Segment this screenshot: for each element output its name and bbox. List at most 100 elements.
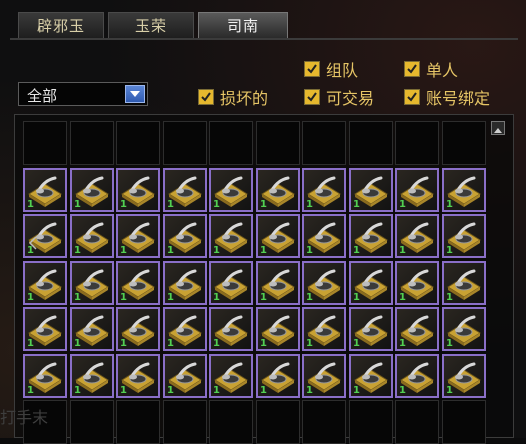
checkbox-tradable[interactable]: 可交易 xyxy=(304,85,374,109)
inventory-slot-empty[interactable] xyxy=(256,400,300,444)
inventory-slot-empty[interactable] xyxy=(70,400,114,444)
inventory-slot-item[interactable]: 1 xyxy=(302,307,346,351)
inventory-slot-item[interactable]: 1 xyxy=(70,354,114,398)
inventory-slot-item[interactable]: 1 xyxy=(302,354,346,398)
inventory-slot-empty[interactable] xyxy=(349,400,393,444)
item-count: 1 xyxy=(120,199,127,210)
inventory-slot-empty[interactable] xyxy=(209,121,253,165)
inventory-slot-item[interactable]: 1 xyxy=(116,261,160,305)
inventory-slot-item[interactable]: 1 xyxy=(256,354,300,398)
inventory-slot-item[interactable]: 1 xyxy=(70,261,114,305)
inventory-slot-item[interactable]: 1 xyxy=(256,168,300,212)
inventory-slot-item[interactable]: 1 xyxy=(163,354,207,398)
inventory-slot-item[interactable]: 1 xyxy=(116,168,160,212)
checkbox-team[interactable]: 组队 xyxy=(304,57,358,81)
inventory-slot-item[interactable]: 1 xyxy=(302,261,346,305)
inventory-slot-item[interactable]: 1 xyxy=(349,168,393,212)
tab-label: 辟邪玉 xyxy=(36,17,85,35)
item-count: 1 xyxy=(27,292,34,303)
inventory-slot-item[interactable]: 1 xyxy=(163,307,207,351)
inventory-slot-item[interactable]: 1 xyxy=(395,261,439,305)
tab-divider xyxy=(10,38,518,40)
inventory-slot-item[interactable]: 1 xyxy=(70,214,114,258)
inventory-slot-item[interactable]: 1 xyxy=(163,168,207,212)
checkbox-checked-icon[interactable] xyxy=(304,89,320,105)
inventory-slot-item[interactable]: 1 xyxy=(395,168,439,212)
inventory-slot-item[interactable]: 1 xyxy=(163,214,207,258)
inventory-slot-empty[interactable] xyxy=(256,121,300,165)
inventory-slot-empty[interactable] xyxy=(116,400,160,444)
inventory-slot-item[interactable]: 1 xyxy=(395,214,439,258)
inventory-slot-empty[interactable] xyxy=(349,121,393,165)
inventory-slot-empty[interactable] xyxy=(302,121,346,165)
checkbox-damaged[interactable]: 损坏的 xyxy=(198,85,268,109)
item-count: 1 xyxy=(120,245,127,256)
inventory-slot-item[interactable]: 1 xyxy=(70,307,114,351)
inventory-slot-item[interactable]: 1 xyxy=(209,261,253,305)
inventory-slot-item[interactable]: 1 xyxy=(256,307,300,351)
inventory-slot-empty[interactable] xyxy=(23,121,67,165)
inventory-slot-item[interactable]: 1 xyxy=(116,354,160,398)
checkbox-checked-icon[interactable] xyxy=(404,61,420,77)
inventory-slot-empty[interactable] xyxy=(442,121,486,165)
inventory-slot-empty[interactable] xyxy=(442,400,486,444)
inventory-slot-item[interactable]: 1 xyxy=(256,261,300,305)
inventory-slot-item[interactable]: 1 xyxy=(442,168,486,212)
tab-sinan[interactable]: 司南 xyxy=(198,12,288,38)
inventory-slot-item[interactable]: 1 xyxy=(70,168,114,212)
item-count: 1 xyxy=(74,338,81,349)
inventory-slot-empty[interactable] xyxy=(116,121,160,165)
inventory-slot-item[interactable]: 1 xyxy=(442,307,486,351)
inventory-slot-empty[interactable] xyxy=(395,121,439,165)
item-count: 1 xyxy=(353,292,360,303)
item-count: 1 xyxy=(353,245,360,256)
inventory-slot-item[interactable]: 1 xyxy=(23,354,67,398)
tab-label: 玉荣 xyxy=(134,17,167,35)
chevron-left-icon[interactable] xyxy=(28,236,38,250)
inventory-slot-empty[interactable] xyxy=(209,400,253,444)
inventory-slot-item[interactable]: 1 xyxy=(23,307,67,351)
tab-yurong[interactable]: 玉荣 xyxy=(108,12,194,38)
inventory-slot-item[interactable]: 1 xyxy=(116,214,160,258)
inventory-slot-item[interactable]: 1 xyxy=(395,354,439,398)
item-count: 1 xyxy=(446,245,453,256)
checkbox-account-bound[interactable]: 账号绑定 xyxy=(404,85,490,109)
inventory-slot-empty[interactable] xyxy=(395,400,439,444)
inventory-slot-item[interactable]: 1 xyxy=(349,354,393,398)
inventory-slot-empty[interactable] xyxy=(163,121,207,165)
item-count: 1 xyxy=(260,292,267,303)
inventory-slot-item[interactable]: 1 xyxy=(349,214,393,258)
item-count: 1 xyxy=(120,338,127,349)
inventory-slot-item[interactable]: 1 xyxy=(302,168,346,212)
inventory-slot-item[interactable]: 1 xyxy=(116,307,160,351)
item-count: 1 xyxy=(74,292,81,303)
inventory-slot-item[interactable]: 1 xyxy=(442,214,486,258)
checkbox-checked-icon[interactable] xyxy=(198,89,214,105)
inventory-slot-item[interactable]: 1 xyxy=(209,214,253,258)
inventory-slot-item[interactable]: 1 xyxy=(395,307,439,351)
inventory-slot-item[interactable]: 1 xyxy=(23,168,67,212)
inventory-slot-item[interactable]: 1 xyxy=(209,168,253,212)
item-count: 1 xyxy=(27,338,34,349)
inventory-slot-item[interactable]: 1 xyxy=(442,354,486,398)
chevron-down-icon[interactable] xyxy=(125,85,145,103)
tab-bixieyu[interactable]: 辟邪玉 xyxy=(18,12,104,38)
inventory-slot-empty[interactable] xyxy=(70,121,114,165)
item-count: 1 xyxy=(167,199,174,210)
inventory-slot-item[interactable]: 1 xyxy=(256,214,300,258)
inventory-slot-item[interactable]: 1 xyxy=(209,354,253,398)
checkbox-checked-icon[interactable] xyxy=(404,89,420,105)
inventory-slot-item[interactable]: 1 xyxy=(302,214,346,258)
filter-dropdown[interactable]: 全部 xyxy=(18,82,148,106)
scroll-up-button[interactable] xyxy=(491,121,505,135)
inventory-slot-item[interactable]: 1 xyxy=(442,261,486,305)
inventory-slot-item[interactable]: 1 xyxy=(349,307,393,351)
checkbox-checked-icon[interactable] xyxy=(304,61,320,77)
checkbox-solo[interactable]: 单人 xyxy=(404,57,458,81)
inventory-slot-empty[interactable] xyxy=(163,400,207,444)
inventory-slot-empty[interactable] xyxy=(302,400,346,444)
inventory-slot-item[interactable]: 1 xyxy=(209,307,253,351)
inventory-slot-item[interactable]: 1 xyxy=(163,261,207,305)
inventory-slot-item[interactable]: 1 xyxy=(349,261,393,305)
inventory-slot-item[interactable]: 1 xyxy=(23,261,67,305)
